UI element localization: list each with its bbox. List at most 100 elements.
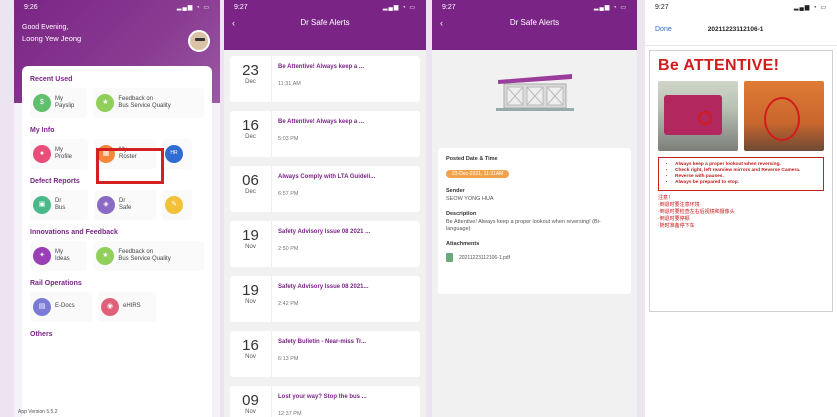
alert-detail-screen: 9:27 ▂▄▆ ◔ ▭ ‹ Dr Safe Alerts Posted Date… [432, 0, 637, 417]
tile-dr-safe[interactable]: ◈ Dr Safe [94, 190, 156, 220]
pdf-file-icon [446, 253, 453, 262]
viewer-toolbar: Done 20211223112106-1 [645, 14, 837, 46]
bus-icon: ▣ [33, 196, 51, 214]
alert-title: Always Comply with LTA Guideli... [278, 174, 376, 180]
alert-row[interactable]: 16 Nov Safety Bulletin - Near-miss Tr... 6:… [230, 331, 420, 377]
detail-card: Posted Date & Time 23-Dec-2021, 11:31AM … [438, 148, 631, 294]
tile-label: Feedback on Bus Service Quality [118, 95, 171, 110]
file-name: 20211223112106-1 [707, 26, 764, 33]
shield-icon: ◈ [97, 196, 115, 214]
attachments-label: Attachments [446, 241, 480, 247]
highlight-box [96, 148, 164, 184]
alert-time: 12:37 PM [278, 411, 302, 417]
tile-ehirs[interactable]: ◉ eHIRS [98, 292, 156, 322]
profile-icon: ● [33, 145, 51, 163]
alert-row[interactable]: 06 Dec Always Comply with LTA Guideli... 6:… [230, 166, 420, 212]
alert-day: 09 [242, 392, 259, 409]
tile-my-profile[interactable]: ● My Profile [30, 139, 88, 169]
cn-line: ·倒退时要注意环境 [658, 202, 700, 208]
alert-time: 11:31 AM [278, 81, 301, 87]
alert-title: Lost your way? Stop the bus ... [278, 394, 367, 400]
wrench-icon: ✎ [165, 196, 183, 214]
tile-dr-bus[interactable]: ▣ Dr Bus [30, 190, 88, 220]
alert-date: 16 Dec [230, 111, 272, 157]
tile-e-docs[interactable]: ▤ E-Docs [30, 292, 92, 322]
alert-month: Nov [245, 244, 256, 250]
user-name: Loong Yew Jeong [22, 34, 82, 43]
done-button[interactable]: Done [655, 26, 672, 33]
home-screen: 9:26 ▂▄▆ ◔ ▭ Good Evening, Loong Yew Jeon… [14, 0, 220, 417]
avatar[interactable] [188, 30, 210, 52]
alert-month: Nov [245, 354, 256, 360]
status-icons: ▂▄▆ ◔ ▭ [793, 4, 827, 11]
alert-title: Safety Bulletin - Near-miss Tr... [278, 339, 367, 345]
alert-date: 19 Nov [230, 221, 272, 267]
alerts-header: 9:27 ▂▄▆ ◔ ▭ ‹ Dr Safe Alerts [224, 0, 426, 50]
status-icons: ▂▄▆ ◔ ▭ [176, 4, 210, 11]
alert-row[interactable]: 19 Nov Safety Advisory Issue 08 2021 ... 2:… [230, 221, 420, 267]
status-time: 9:27 [234, 3, 248, 11]
tile-my-ideas[interactable]: ✦ My Ideas [30, 241, 88, 271]
tile-label: Dr Safe [119, 197, 132, 212]
alert-month: Dec [245, 134, 256, 140]
alert-title: Safety Advisory Issue 08 2021... [278, 284, 369, 290]
sender-value: SEOW YONG HUA [446, 196, 494, 202]
alert-title: Safety Advisory Issue 08 2021 ... [278, 229, 371, 235]
detail-header: 9:27 ▂▄▆ ◔ ▭ ‹ Dr Safe Alerts [432, 0, 637, 50]
cn-line: ·倒退时要检查左右后视镜和摄像头 [658, 209, 735, 215]
payslip-icon: $ [33, 94, 51, 112]
alert-day: 06 [242, 172, 259, 189]
description-value: Be Attentive! Always keep a proper looko… [446, 219, 601, 232]
attachment-filename: 20211223112106-1.pdf [459, 254, 510, 261]
tile-feedback-bus-service[interactable]: ★ Feedback on Bus Service Quality [93, 88, 204, 118]
alert-time: 5:03 PM [278, 136, 299, 142]
alert-row[interactable]: 16 Dec Be Attentive! Always keep a ... 5:03… [230, 111, 420, 157]
bus-shelter-illustration [496, 74, 574, 111]
page-title: Dr Safe Alerts [300, 18, 350, 27]
alert-day: 16 [242, 117, 259, 134]
section-my-info: My Info [30, 127, 55, 134]
section-others: Others [30, 331, 53, 338]
alert-day: 23 [242, 62, 259, 79]
attachment-item[interactable]: 20211223112106-1.pdf [446, 253, 623, 262]
cn-line: 注意！ [658, 195, 674, 201]
alert-month: Nov [245, 409, 256, 415]
tile-label: My Ideas [55, 248, 70, 263]
posted-badge: 23-Dec-2021, 11:31AM [446, 170, 510, 178]
alert-time: 6:13 PM [278, 356, 299, 362]
app-version: App Version 5.5.2 [18, 409, 58, 415]
tile-partial[interactable]: ✎ [162, 190, 192, 220]
page-title: Dr Safe Alerts [509, 18, 560, 27]
tile-label: My Payslip [55, 95, 75, 110]
alerts-list-screen: 9:27 ▂▄▆ ◔ ▭ ‹ Dr Safe Alerts 23 Dec Be Att… [224, 0, 426, 417]
alert-row[interactable]: 09 Nov Lost your way? Stop the bus ... 12:3… [230, 386, 420, 417]
cn-line: ·随时准备停下车 [658, 223, 695, 229]
alert-month: Nov [245, 299, 256, 305]
menu-card: Recent Used $ My Payslip ★ Feedback on B… [22, 66, 212, 417]
tile-label: eHIRS [123, 303, 141, 310]
tile-feedback-bus-service-2[interactable]: ★ Feedback on Bus Service Quality [93, 241, 204, 271]
tile-my-payslip[interactable]: $ My Payslip [30, 88, 88, 118]
alert-day: 19 [242, 282, 259, 299]
status-time: 9:26 [24, 3, 38, 11]
feedback-icon: ★ [96, 247, 115, 265]
alert-row[interactable]: 19 Nov Safety Advisory Issue 08 2021... 2:4… [230, 276, 420, 322]
tile-hr[interactable]: HR [162, 139, 192, 169]
poster-title: Be ATTENTIVE! [658, 57, 780, 74]
status-time: 9:27 [655, 3, 669, 11]
posted-label: Posted Date & Time [446, 156, 498, 162]
alert-time: 6:57 PM [278, 191, 299, 197]
poster-photo-bus-rear [658, 81, 738, 151]
rule-item: Always be prepared to stop. [675, 180, 815, 186]
tile-label: My Profile [55, 146, 73, 161]
alert-date: 16 Nov [230, 331, 272, 377]
alert-date: 19 Nov [230, 276, 272, 322]
status-time: 9:27 [442, 3, 456, 11]
alert-month: Dec [245, 79, 256, 85]
hr-icon: HR [165, 145, 183, 163]
pdf-viewer-screen: 9:27 ▂▄▆ ◔ ▭ Done 20211223112106-1 Be ATT… [645, 0, 837, 417]
section-recent-used: Recent Used [30, 76, 73, 83]
alert-date: 06 Dec [230, 166, 272, 212]
alert-row[interactable]: 23 Dec Be Attentive! Always keep a ... 11:3… [230, 56, 420, 102]
alert-time: 2:42 PM [278, 301, 299, 307]
